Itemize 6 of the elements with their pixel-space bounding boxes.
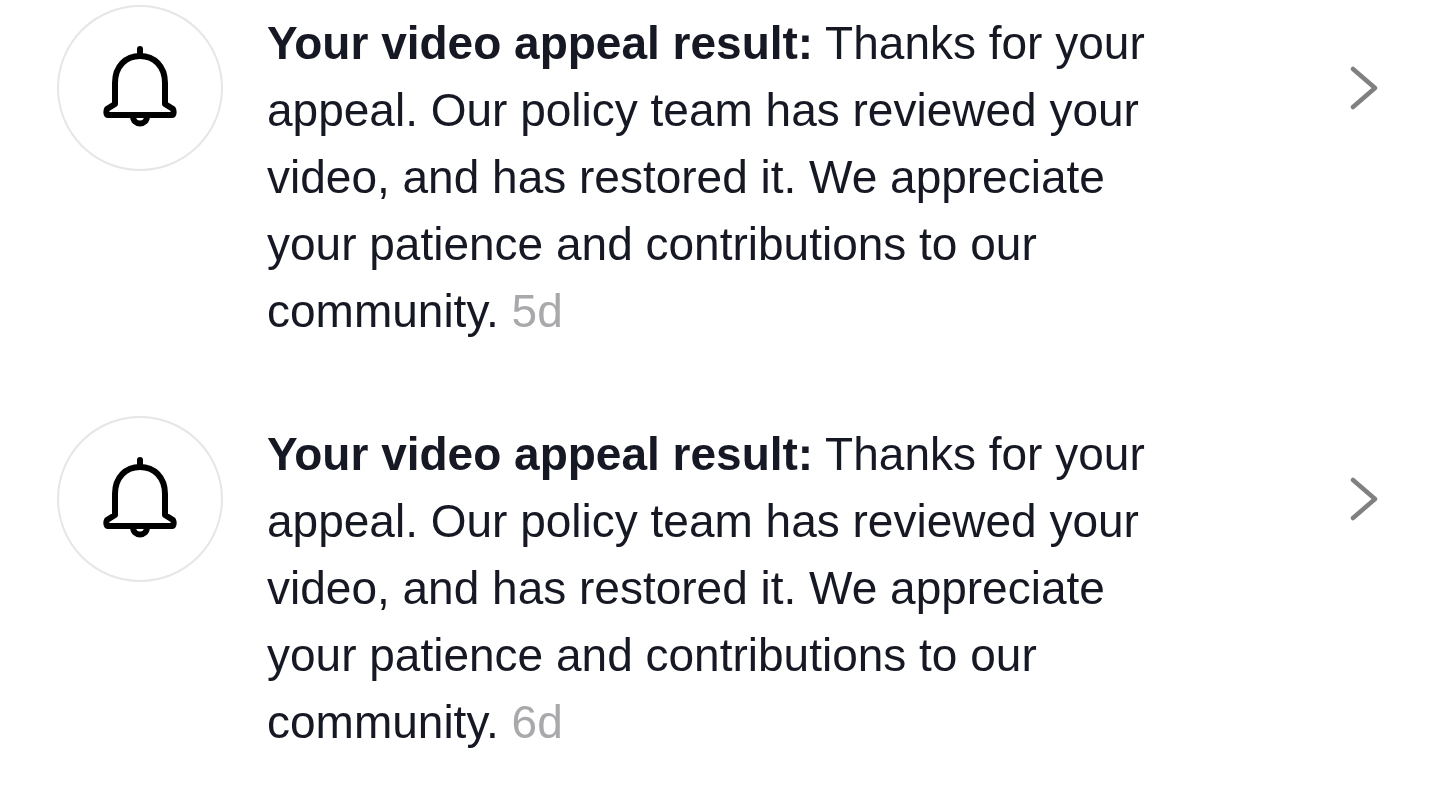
- chevron-right-icon[interactable]: [1349, 66, 1379, 110]
- notification-text: Your video appeal result: Thanks for your appeal. Our policy team has reviewed your video, and has restored it. We appreciate your patience and contributions to our community. 5d: [267, 16, 1146, 339]
- notification-text: Your video appeal result: Thanks for your appeal. Our policy team has reviewed your video, and has restored it. We appreciate your patience and contributions to our community. 6d: [267, 427, 1146, 750]
- bell-icon: [57, 416, 223, 582]
- chevron-right-icon[interactable]: [1349, 477, 1379, 521]
- bell-icon: [57, 5, 223, 171]
